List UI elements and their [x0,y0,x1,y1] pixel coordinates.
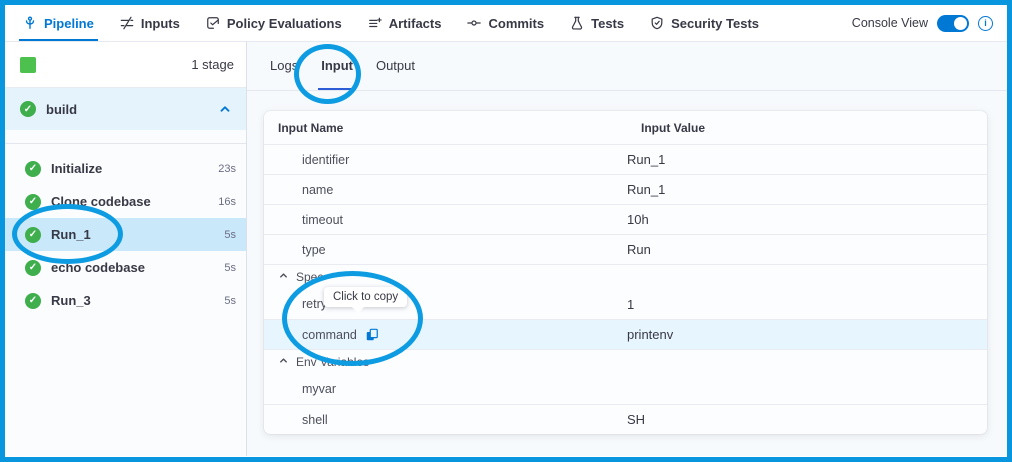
artifacts-list-icon [368,16,382,30]
top-navigation: Pipeline Inputs Policy Evaluations Artif… [5,5,1007,42]
execution-sidebar: 1 stage ✓ build ✓ Initialize 23s ✓ Clone… [5,42,247,456]
step-list: ✓ Initialize 23s ✓ Clone codebase 16s ✓ … [5,144,246,317]
step-duration: 23s [218,163,236,175]
step-detail-tabs: Logs Input Output [247,42,1007,91]
input-table-card: Input Name Input Value identifier Run_1 … [264,111,987,434]
shield-icon [650,16,664,30]
policy-check-icon [206,16,220,30]
step-row-initialize[interactable]: ✓ Initialize 23s [5,152,246,185]
step-row-run-1[interactable]: ✓ Run_1 5s [5,218,246,251]
section-row-env-variables[interactable]: Env Variables [264,349,987,374]
nav-tab-label: Artifacts [389,16,442,31]
step-row-echo-codebase[interactable]: ✓ echo codebase 5s [5,251,246,284]
tab-input[interactable]: Input [318,58,356,90]
success-check-icon: ✓ [25,293,41,309]
table-row-shell: shell SH [264,404,987,434]
table-row-timeout: timeout 10h [264,204,987,234]
app-window: Pipeline Inputs Policy Evaluations Artif… [0,0,1012,462]
success-check-icon: ✓ [25,227,41,243]
success-check-icon: ✓ [25,194,41,210]
stage-row-build[interactable]: ✓ build [5,88,246,130]
step-row-clone-codebase[interactable]: ✓ Clone codebase 16s [5,185,246,218]
chevron-up-icon[interactable] [218,102,232,116]
step-details-pane: Logs Input Output Input Name Input Value… [247,42,1007,456]
info-icon[interactable]: i [978,16,993,31]
click-to-copy-tooltip: Click to copy [324,287,407,307]
nav-tab-label: Pipeline [44,16,94,31]
nav-tab-inputs[interactable]: Inputs [120,5,180,41]
step-duration: 5s [224,262,236,274]
success-check-icon: ✓ [25,260,41,276]
chevron-up-icon [278,355,289,369]
column-header-input-name: Input Name [264,121,627,135]
pipeline-icon [23,16,37,30]
table-row-command: command printenv [264,319,987,349]
nav-tab-commits[interactable]: Commits [467,5,544,41]
success-check-icon: ✓ [25,161,41,177]
success-check-icon: ✓ [20,101,36,117]
stage-summary-row: 1 stage [5,42,246,88]
chevron-up-icon [278,270,289,284]
nav-tab-tests[interactable]: Tests [570,5,624,41]
console-view-toggle[interactable] [937,15,969,32]
nav-tab-pipeline[interactable]: Pipeline [23,5,94,41]
inputs-icon [120,16,134,30]
nav-tab-label: Policy Evaluations [227,16,342,31]
flask-icon [570,16,584,30]
commit-icon [467,16,481,30]
content-area: 1 stage ✓ build ✓ Initialize 23s ✓ Clone… [5,42,1007,456]
nav-tab-security-tests[interactable]: Security Tests [650,5,759,41]
toggle-knob [954,17,967,30]
nav-tab-label: Tests [591,16,624,31]
nav-tab-label: Commits [488,16,544,31]
nav-tab-policy-evaluations[interactable]: Policy Evaluations [206,5,342,41]
stage-name: build [46,102,77,117]
nav-tab-label: Security Tests [671,16,759,31]
stage-count: 1 stage [191,57,234,72]
table-header-row: Input Name Input Value [264,111,987,144]
stage-status-square [20,57,36,73]
table-row-identifier: identifier Run_1 [264,144,987,174]
nav-tab-artifacts[interactable]: Artifacts [368,5,442,41]
step-duration: 5s [224,229,236,241]
table-row-name: name Run_1 [264,174,987,204]
console-view-label: Console View [852,16,928,30]
step-duration: 5s [224,295,236,307]
nav-tab-label: Inputs [141,16,180,31]
copy-icon[interactable] [365,328,379,342]
table-row-type: type Run [264,234,987,264]
tab-logs[interactable]: Logs [267,58,301,90]
table-row-myvar: myvar [264,374,987,404]
section-row-spec[interactable]: Spec [264,264,987,289]
column-header-input-value: Input Value [627,121,987,135]
console-view-controls: Console View i [852,5,993,41]
step-row-run-3[interactable]: ✓ Run_3 5s [5,284,246,317]
tab-output[interactable]: Output [373,58,418,90]
step-duration: 16s [218,196,236,208]
